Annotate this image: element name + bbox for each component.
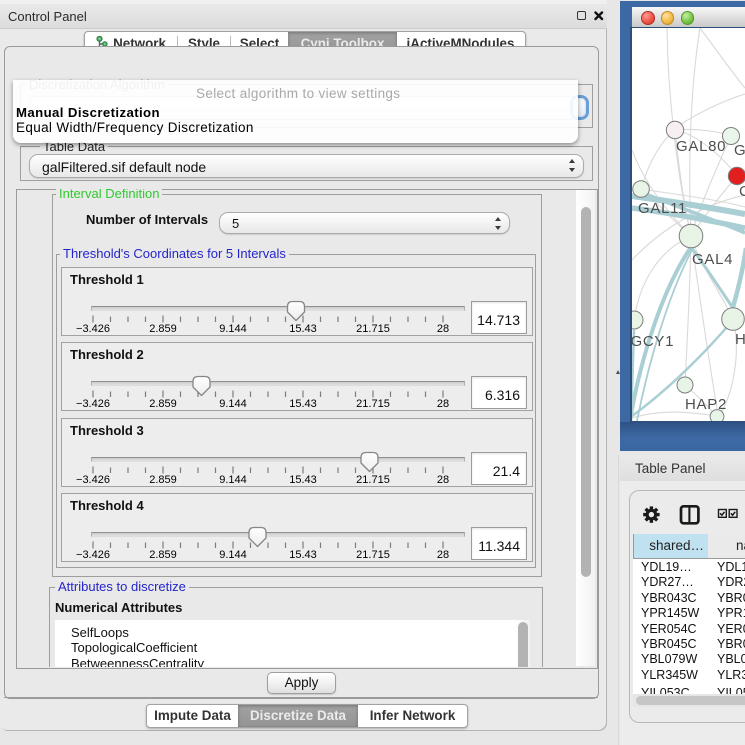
svg-text:−3.426: −3.426 — [76, 549, 110, 561]
svg-text:9.144: 9.144 — [219, 549, 247, 561]
svg-text:9.144: 9.144 — [219, 323, 247, 335]
svg-text:2.859: 2.859 — [149, 398, 177, 410]
svg-text:28: 28 — [437, 398, 449, 410]
svg-text:21.715: 21.715 — [356, 323, 390, 335]
svg-text:15.43: 15.43 — [289, 398, 317, 410]
svg-text:GCY1: GCY1 — [632, 333, 674, 350]
svg-text:28: 28 — [437, 323, 449, 335]
svg-text:−3.426: −3.426 — [76, 398, 110, 410]
svg-text:−3.426: −3.426 — [76, 474, 110, 486]
svg-text:H: H — [735, 331, 745, 348]
svg-text:15.43: 15.43 — [289, 474, 317, 486]
svg-text:CY: CY — [739, 183, 745, 200]
svg-text:GA: GA — [734, 142, 745, 159]
svg-text:2.859: 2.859 — [149, 474, 177, 486]
svg-text:2.859: 2.859 — [149, 549, 177, 561]
svg-text:9.144: 9.144 — [219, 398, 247, 410]
svg-text:GAL80: GAL80 — [676, 138, 726, 155]
svg-text:GAL4: GAL4 — [692, 251, 733, 268]
svg-text:28: 28 — [437, 474, 449, 486]
svg-text:−3.426: −3.426 — [76, 323, 110, 335]
svg-text:GAL11: GAL11 — [638, 200, 687, 217]
svg-text:28: 28 — [437, 549, 449, 561]
svg-text:15.43: 15.43 — [289, 549, 317, 561]
svg-text:21.715: 21.715 — [356, 474, 390, 486]
svg-text:HAP2: HAP2 — [685, 396, 727, 413]
svg-text:2.859: 2.859 — [149, 323, 177, 335]
svg-text:15.43: 15.43 — [289, 323, 317, 335]
svg-text:21.715: 21.715 — [356, 398, 390, 410]
svg-text:21.715: 21.715 — [356, 549, 390, 561]
svg-text:9.144: 9.144 — [219, 474, 247, 486]
